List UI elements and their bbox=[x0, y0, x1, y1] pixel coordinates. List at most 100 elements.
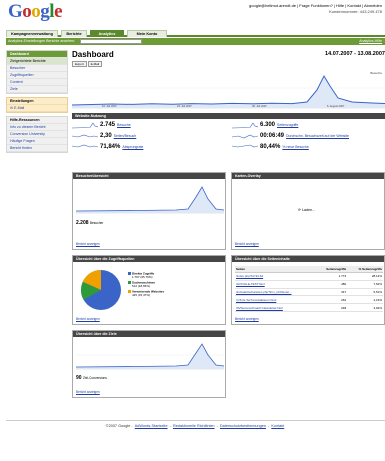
sparkline bbox=[232, 134, 258, 139]
date-range-picker[interactable]: 14.07.2007 - 13.08.2007 bbox=[325, 51, 385, 57]
legend-referring: Verweisende Websites 425 (15,47%) bbox=[128, 289, 164, 297]
stat-avg-time: 00:06:49 Durchschn. Besuchszeit auf der W… bbox=[260, 132, 349, 141]
panel-title: Karten-Overlay bbox=[232, 173, 384, 179]
footer-link[interactable]: Datenschutzbestimmungen bbox=[220, 424, 266, 428]
view-report-link[interactable]: Bericht anzeigen bbox=[76, 317, 100, 321]
traffic-sources-pie bbox=[81, 270, 121, 310]
page-footer: ©2007 Google - AdWords-Startseite - Reda… bbox=[6, 420, 385, 428]
goals-overview-panel: Übersicht über die Ziele 90 Ziel-Convers… bbox=[72, 330, 226, 398]
stat-value: 80,44% bbox=[260, 144, 281, 150]
stat-label[interactable]: % neue Besuche bbox=[282, 145, 308, 149]
view-report-link[interactable]: Bericht anzeigen bbox=[76, 390, 100, 394]
sidebar-item-email[interactable]: ✉ E-Mail bbox=[7, 105, 67, 112]
resource-link[interactable]: Häufige Fragen bbox=[7, 138, 67, 145]
page-link[interactable]: /(=fix)s-Tech-kontaktieren.html bbox=[236, 298, 276, 302]
google-logo[interactable]: Google bbox=[8, 2, 62, 24]
loading-text: Laden... bbox=[302, 208, 316, 212]
cell-views: 1.773 bbox=[316, 272, 348, 281]
stat-label[interactable]: Besuche bbox=[117, 123, 131, 127]
sidebar-item-content[interactable]: Content bbox=[7, 79, 67, 86]
stat-value: 00:06:49 bbox=[260, 133, 285, 139]
page-link[interactable]: /IS/Success/Coach-Newsletter.html bbox=[236, 306, 283, 310]
view-report-link[interactable]: Bericht anzeigen bbox=[235, 317, 259, 321]
export-button[interactable]: Export bbox=[72, 61, 87, 67]
footer-link[interactable]: Redaktionelle Richtlinien bbox=[173, 424, 215, 428]
settings-title: Einstellungen bbox=[7, 98, 67, 105]
sidebar-item-dashboard[interactable]: Dashboard bbox=[7, 51, 67, 58]
view-report-link[interactable]: Bericht anzeigen bbox=[76, 242, 100, 246]
total-value: 2.208 bbox=[76, 220, 89, 226]
sidebar: Dashboard Zielgerichtete Berichte Besuch… bbox=[6, 50, 68, 156]
goals-total: 90 Ziel-Conversions bbox=[76, 375, 107, 381]
resource-link[interactable]: Info zu diesem Bericht bbox=[7, 124, 67, 131]
analytics-help-link[interactable]: Analytics-Hilfe bbox=[359, 38, 382, 45]
resource-link[interactable]: Bericht finden bbox=[7, 145, 67, 152]
stat-pageviews: 6.300 Seitenzugriffe bbox=[260, 121, 298, 130]
table-row: /GOOGLE-TEST.html 480 7,62% bbox=[235, 280, 383, 289]
sidebar-settings: Einstellungen ✉ E-Mail bbox=[6, 97, 68, 113]
site-usage-header: Website-Nutzung bbox=[72, 113, 385, 119]
tab-reports[interactable]: Berichte bbox=[61, 30, 87, 37]
cell-pct: 5,51% bbox=[347, 288, 383, 297]
stat-value: 71,84% bbox=[100, 144, 121, 150]
email-button[interactable]: E-Mail bbox=[87, 61, 103, 67]
visitors-total: 2.208 Besucher bbox=[76, 220, 103, 226]
tab-my-account[interactable]: Mein Konto bbox=[127, 30, 167, 37]
account-info: google@hellmut.arendt.de | Frage Funktio… bbox=[249, 3, 382, 15]
tab-campaign-management[interactable]: Kampagnenverwaltung bbox=[6, 30, 58, 37]
panel-title: Übersicht über die Seiteninhalte bbox=[232, 256, 384, 262]
table-row: /include/sw/nanotec.php?lnm_id=Dienst...… bbox=[235, 288, 383, 297]
total-label: Ziel-Conversions bbox=[82, 376, 107, 380]
sparkline bbox=[232, 144, 258, 148]
cell-pct: 7,62% bbox=[347, 280, 383, 289]
sidebar-item-traffic-sources[interactable]: Zugriffsquellen bbox=[7, 72, 67, 79]
resource-link[interactable]: Conversion University bbox=[7, 131, 67, 138]
email-label: E-Mail bbox=[14, 106, 25, 110]
stat-visits: 2.745 Besuche bbox=[100, 121, 131, 130]
resources-title: Hilfe-Ressourcen bbox=[7, 117, 67, 124]
profile-select[interactable] bbox=[80, 39, 142, 44]
analytics-subbar: Analytics-Einstellungen Berichte ansehen… bbox=[6, 38, 385, 45]
cell-views: 262 bbox=[316, 295, 348, 305]
subbar-left-links[interactable]: Analytics-Einstellungen Berichte ansehen… bbox=[8, 38, 75, 45]
total-label: Besucher bbox=[89, 221, 104, 225]
stat-label[interactable]: Seiten/Besuch bbox=[114, 134, 137, 138]
panel-title: Übersicht über die Zugriffsquellen bbox=[73, 256, 225, 262]
footer-link[interactable]: Kontakt bbox=[271, 424, 284, 428]
stat-label[interactable]: Durchschn. Besuchszeit auf der Website bbox=[286, 134, 349, 138]
cell-pct: 3,94% bbox=[347, 303, 383, 312]
sidebar-item-visitors[interactable]: Besucher bbox=[7, 65, 67, 72]
loading-indicator: ⟳ Laden... bbox=[298, 208, 315, 212]
stat-label[interactable]: Absprungrate bbox=[122, 145, 143, 149]
sidebar-nav: Dashboard Zielgerichtete Berichte Besuch… bbox=[6, 50, 68, 94]
tab-analytics[interactable]: Analytics bbox=[90, 30, 124, 37]
page-link[interactable]: /include/sw/nanotec.php?lnm_id=Dienst... bbox=[236, 290, 291, 294]
copyright: ©2007 Google bbox=[105, 424, 131, 428]
panel-title: Besucherübersicht bbox=[73, 173, 225, 179]
footer-link[interactable]: AdWords-Startseite bbox=[135, 424, 168, 428]
view-report-link[interactable]: Bericht anzeigen bbox=[235, 242, 259, 246]
sparkline bbox=[72, 134, 98, 138]
axis-label: 16. Juli 2007 bbox=[102, 104, 117, 108]
stat-value: 6.300 bbox=[260, 122, 276, 128]
map-overlay-panel: Karten-Overlay ⟳ Laden... Bericht anzeig… bbox=[231, 172, 385, 250]
content-table: Seiten Seitenzugriffe % Seitenzugriffe /… bbox=[235, 266, 383, 312]
cell-pct: 4,16% bbox=[347, 295, 383, 305]
table-row: /(=fix)s-Tech-kontaktieren.html 262 4,16% bbox=[235, 295, 383, 305]
stat-value: 2.745 bbox=[100, 122, 116, 128]
sidebar-resources: Hilfe-Ressourcen Info zu diesem Bericht … bbox=[6, 116, 68, 153]
page-link[interactable]: /index.php?id=34.62 bbox=[236, 274, 263, 278]
cell-views: 480 bbox=[316, 280, 348, 289]
sidebar-item-goals[interactable]: Ziele bbox=[7, 86, 67, 93]
goals-chart bbox=[76, 343, 224, 370]
axis-label: 23. Juli 2007 bbox=[177, 104, 192, 108]
sidebar-item-targeted-reports[interactable]: Zielgerichtete Berichte bbox=[7, 58, 67, 65]
cell-pct: 28,14% bbox=[347, 272, 383, 281]
total-value: 90 bbox=[76, 375, 82, 381]
dashboard-main: Dashboard 14.07.2007 - 13.08.2007 Export… bbox=[72, 50, 385, 398]
stat-value: 2,30 bbox=[100, 133, 112, 139]
email-icon: ✉ bbox=[10, 106, 14, 110]
loading-icon: ⟳ bbox=[298, 208, 302, 212]
page-link[interactable]: /GOOGLE-TEST.html bbox=[236, 282, 265, 286]
stat-label[interactable]: Seitenzugriffe bbox=[277, 123, 298, 127]
